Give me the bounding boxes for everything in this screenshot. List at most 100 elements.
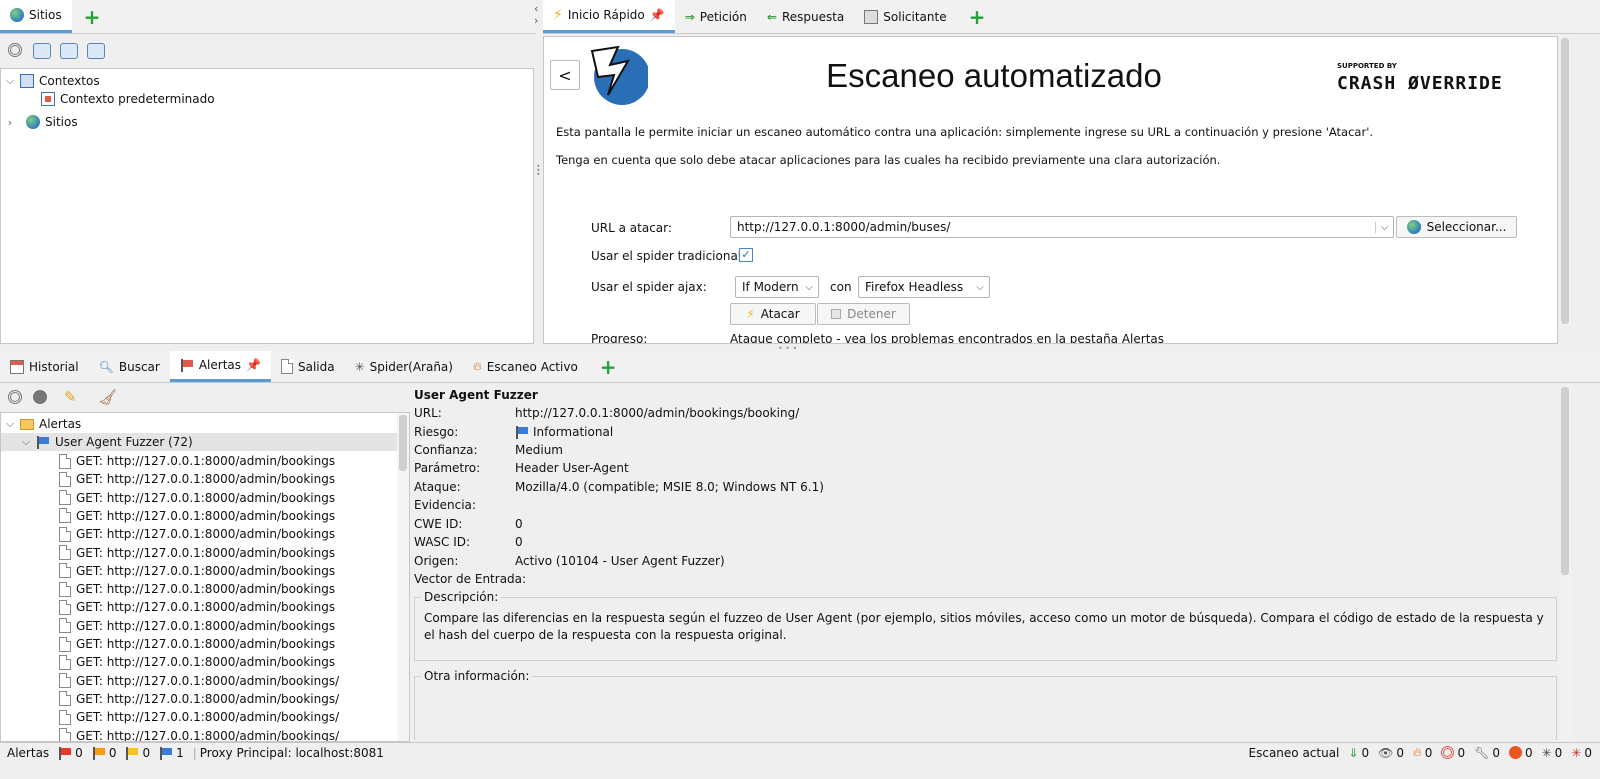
flag-icon — [159, 746, 173, 760]
status-scan-target[interactable]: 0 — [1441, 746, 1465, 760]
alert-item[interactable]: GET: http://127.0.0.1:8000/admin/booking… — [59, 653, 335, 671]
alert-item[interactable]: GET: http://127.0.0.1:8000/admin/booking… — [59, 598, 335, 616]
chevron-down-icon: ⌵ — [805, 281, 813, 293]
alert-item[interactable]: GET: http://127.0.0.1:8000/admin/booking… — [59, 452, 335, 470]
alerts-scrollbar[interactable] — [397, 413, 409, 741]
attack-button[interactable]: ⚡ Atacar — [730, 303, 816, 325]
lightning-icon: ⚡ — [746, 307, 755, 321]
tab-output[interactable]: Salida — [271, 351, 345, 382]
status-high-alerts[interactable]: 0 — [58, 746, 83, 760]
scan-icon[interactable] — [33, 390, 47, 404]
param-value: Header User-Agent — [515, 461, 629, 475]
alert-item[interactable]: GET: http://127.0.0.1:8000/admin/booking… — [59, 470, 335, 488]
target-icon[interactable] — [8, 390, 22, 404]
chevron-down-icon[interactable]: ⌵ — [5, 417, 15, 431]
status-low-alerts[interactable]: 0 — [125, 746, 150, 760]
alerts-root[interactable]: ⌵ Alertas — [5, 415, 81, 433]
tab-active-scan[interactable]: 🔥︎ Escaneo Activo — [463, 351, 588, 382]
chevron-down-icon[interactable]: ⌵ — [1375, 221, 1393, 233]
sites-tabbar: Sitios + — [0, 0, 536, 34]
vertical-splitter-handle[interactable]: • • • — [536, 163, 541, 179]
alert-item[interactable]: GET: http://127.0.0.1:8000/admin/booking… — [59, 617, 335, 635]
wasc-label: WASC ID: — [414, 535, 471, 549]
attack-label: Ataque: — [414, 480, 461, 494]
document-icon — [59, 599, 71, 615]
export-context-icon[interactable] — [87, 43, 105, 59]
tree-default-context[interactable]: Contexto predeterminado — [41, 90, 215, 108]
status-scan-view[interactable]: 👁︎ 0 — [1378, 746, 1404, 760]
alert-item[interactable]: GET: http://127.0.0.1:8000/admin/booking… — [59, 672, 339, 690]
back-button[interactable]: < — [550, 60, 580, 90]
tab-request[interactable]: ⇒ Petición — [675, 0, 757, 33]
scrollbar-thumb[interactable] — [1561, 387, 1569, 575]
tree-sites[interactable]: › Sitios — [5, 113, 78, 131]
split-collapse-icon[interactable]: ‹ › — [534, 3, 538, 27]
alert-item[interactable]: GET: http://127.0.0.1:8000/admin/booking… — [59, 580, 335, 598]
alert-item[interactable]: GET: http://127.0.0.1:8000/admin/booking… — [59, 708, 339, 726]
stop-button[interactable]: Detener — [817, 303, 910, 325]
edit-icon[interactable]: ✎ — [64, 388, 77, 406]
alert-item[interactable]: GET: http://127.0.0.1:8000/admin/booking… — [59, 635, 335, 653]
url-input[interactable]: http://127.0.0.1:8000/admin/buses/ ⌵ — [730, 216, 1394, 238]
tab-spider[interactable]: ✳ Spider(Araña) — [345, 351, 463, 382]
chevron-down-icon[interactable]: ⌵ — [5, 74, 15, 88]
status-scan-active[interactable]: 🔥︎ 0 — [1413, 745, 1432, 760]
alert-item[interactable]: GET: http://127.0.0.1:8000/admin/booking… — [59, 507, 335, 525]
tab-history[interactable]: Historial — [0, 351, 89, 382]
target-icon[interactable] — [8, 43, 22, 57]
flag-icon — [92, 746, 106, 760]
alert-item[interactable]: GET: http://127.0.0.1:8000/admin/booking… — [59, 562, 335, 580]
alert-item[interactable]: GET: http://127.0.0.1:8000/admin/booking… — [59, 489, 335, 507]
flag-icon — [125, 746, 139, 760]
detail-scrollbar[interactable] — [1559, 385, 1571, 741]
alert-item[interactable]: GET: http://127.0.0.1:8000/admin/booking… — [59, 727, 339, 741]
lightning-icon: ⚡ — [553, 7, 563, 23]
status-scan-fuzz[interactable]: 🔧︎ 0 — [1474, 746, 1500, 760]
status-scan-spider[interactable]: ✳ 0 — [1542, 746, 1563, 760]
document-icon — [59, 490, 71, 506]
status-scan-download[interactable]: ⇓ 0 — [1348, 746, 1369, 760]
scrollbar-thumb[interactable] — [399, 415, 407, 471]
pin-icon[interactable]: 📌 — [650, 8, 665, 22]
sponsor-logo: CRASH ØVERRIDE — [1337, 73, 1503, 94]
ajax-mode-select[interactable]: If Modern ⌵ — [735, 276, 819, 298]
status-medium-alerts[interactable]: 0 — [92, 746, 116, 760]
tab-response[interactable]: ⇐ Respuesta — [757, 0, 854, 33]
right-scrollbar[interactable] — [1559, 36, 1571, 326]
magnifier-icon: 🔍︎ — [98, 359, 114, 374]
add-tab-icon[interactable]: + — [957, 7, 998, 27]
chevron-right-icon[interactable]: › — [5, 116, 15, 129]
select-url-button[interactable]: Seleccionar... — [1396, 216, 1517, 238]
status-scan-ajax[interactable]: 0 — [1508, 746, 1533, 760]
folder-icon — [20, 418, 34, 430]
tab-alerts[interactable]: Alertas 📌 — [169, 351, 271, 382]
broom-icon[interactable]: 🧹︎ — [98, 388, 117, 406]
scrollbar-thumb[interactable] — [1561, 38, 1569, 324]
spider-checkbox[interactable]: ✓ — [739, 248, 753, 262]
browser-select[interactable]: Firefox Headless ⌵ — [858, 276, 990, 298]
progress-value: Ataque completo - vea los problemas enco… — [730, 332, 1165, 344]
alert-item[interactable]: GET: http://127.0.0.1:8000/admin/booking… — [59, 544, 335, 562]
alert-group-row[interactable]: ⌵ User Agent Fuzzer (72) — [1, 433, 397, 451]
alert-detail-title: User Agent Fuzzer — [414, 388, 538, 402]
tab-sites[interactable]: Sitios — [0, 0, 72, 33]
add-tab-icon[interactable]: + — [72, 7, 113, 27]
status-info-alerts[interactable]: 1 — [159, 746, 184, 760]
alert-item[interactable]: GET: http://127.0.0.1:8000/admin/booking… — [59, 690, 339, 708]
document-icon — [59, 636, 71, 652]
new-context-icon[interactable] — [33, 43, 51, 59]
chevron-down-icon[interactable]: ⌵ — [21, 435, 31, 449]
tab-requester[interactable]: Solicitante — [854, 0, 956, 33]
pin-icon[interactable]: 📌 — [246, 358, 261, 372]
tree-contexts[interactable]: ⌵ Contextos — [5, 72, 100, 90]
alert-item[interactable]: GET: http://127.0.0.1:8000/admin/booking… — [59, 525, 335, 543]
document-icon — [59, 563, 71, 579]
download-icon: ⇓ — [1348, 745, 1359, 760]
tab-search[interactable]: 🔍︎ Buscar — [89, 351, 170, 382]
import-context-icon[interactable] — [60, 43, 78, 59]
add-tab-icon[interactable]: + — [588, 357, 629, 377]
bottom-tabbar: Historial 🔍︎ Buscar Alertas 📌 Salida ✳ S… — [0, 351, 1600, 383]
status-scan-ajax-spider[interactable]: ✳ 0 — [1571, 746, 1592, 760]
document-icon — [59, 728, 71, 741]
tab-quick-start[interactable]: ⚡ Inicio Rápido 📌 — [543, 0, 675, 33]
